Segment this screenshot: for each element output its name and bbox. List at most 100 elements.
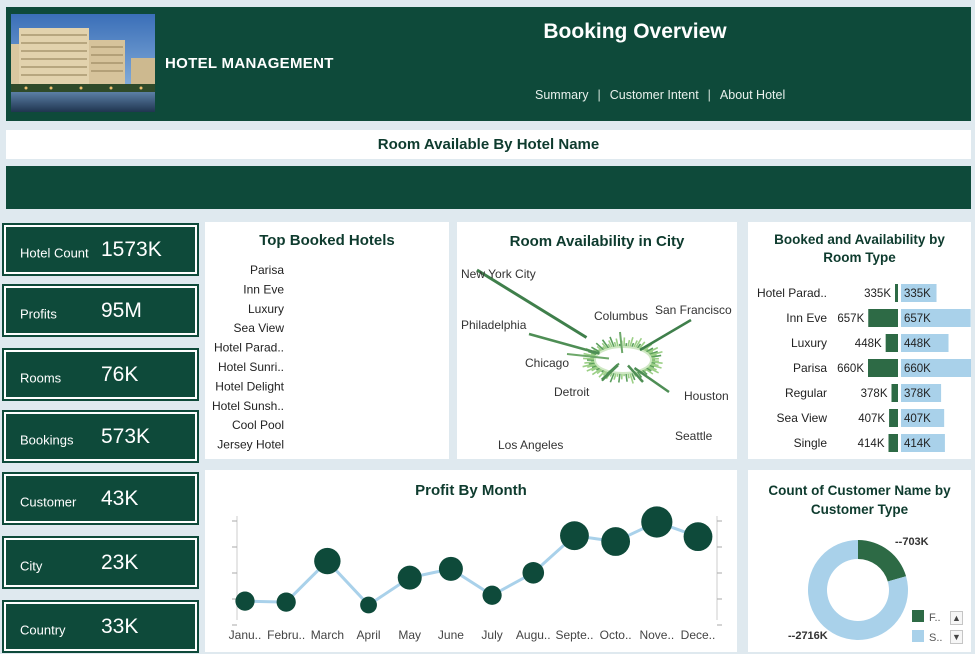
kpi-hotel-count: Hotel Count 1573K xyxy=(2,223,199,276)
availability-label: 378K xyxy=(904,388,931,400)
category-label: Luxury xyxy=(791,336,827,350)
availability-label: 335K xyxy=(904,288,931,300)
legend-label: F.. xyxy=(929,612,941,624)
nav-separator: | xyxy=(707,88,711,102)
kpi-profits: Profits 95M xyxy=(2,284,199,337)
kpi-label: Customer xyxy=(20,494,77,509)
nav-customer-intent-link[interactable]: Customer Intent xyxy=(610,88,699,102)
kpi-value: 95M xyxy=(101,298,142,322)
legend-swatch xyxy=(912,630,924,642)
nav-separator: | xyxy=(597,88,601,102)
booked-bar xyxy=(868,359,898,377)
profit-point xyxy=(482,585,502,605)
hotel-photo xyxy=(11,14,155,112)
city-label: Chicago xyxy=(525,356,569,370)
legend-scroll-up-button[interactable]: ▲ xyxy=(950,611,963,625)
kpi-value: 76K xyxy=(101,362,139,386)
booked-label: 414K xyxy=(858,438,885,450)
profit-point xyxy=(683,522,713,552)
city-label: Los Angeles xyxy=(498,438,563,452)
room-available-title-bar: Room Available By Hotel Name xyxy=(6,130,971,159)
month-label: Nove.. xyxy=(639,628,674,642)
category-label: Sea View xyxy=(777,411,828,425)
nav-about-hotel-link[interactable]: About Hotel xyxy=(720,88,785,102)
nav-summary-link[interactable]: Summary xyxy=(535,88,588,102)
slice-label: --703K xyxy=(895,536,929,548)
category-label: Parisa xyxy=(793,361,827,375)
profit-point xyxy=(397,565,422,590)
spike xyxy=(618,372,621,383)
kpi-value: 43K xyxy=(101,486,139,510)
city-label: Detroit xyxy=(554,385,590,399)
profit-point xyxy=(235,591,255,611)
kpi-label: Hotel Count xyxy=(20,245,89,260)
booked-label: 335K xyxy=(864,288,891,300)
profit-point xyxy=(276,592,296,612)
booked-label: 407K xyxy=(858,413,885,425)
profit-point xyxy=(601,527,631,556)
legend-scroll-down-button[interactable]: ▼ xyxy=(950,630,963,644)
profit-point xyxy=(438,556,463,581)
top-booked-hotels-panel: Top Booked Hotels Parisa660KInn Eve657KL… xyxy=(205,222,449,459)
city-label: San Francisco xyxy=(655,303,732,317)
kpi-label: Rooms xyxy=(20,370,62,385)
kpi-label: Country xyxy=(20,622,66,637)
booked-bar xyxy=(888,434,898,452)
booked-bar xyxy=(895,284,898,302)
booked-label: 660K xyxy=(837,363,864,375)
legend-label: S.. xyxy=(929,632,942,644)
month-label: June xyxy=(438,628,464,642)
profit-point xyxy=(314,547,341,575)
kpi-rooms: Rooms 76K xyxy=(2,348,199,401)
category-label: Inn Eve xyxy=(786,311,827,325)
spike xyxy=(627,339,631,348)
profit-by-month-panel: Profit By Month Janu.. Febru.. March April M… xyxy=(205,470,737,652)
profit-by-month-chart: Janu.. Febru.. March April May June July Augu..… xyxy=(229,506,722,642)
month-label: Octo.. xyxy=(600,628,632,642)
booked-bar xyxy=(889,409,898,427)
kpi-label: City xyxy=(20,558,43,573)
kpi-bookings: Bookings 573K xyxy=(2,410,199,463)
booked-label: 378K xyxy=(861,388,888,400)
brand-title: HOTEL MANAGEMENT xyxy=(165,55,334,72)
kpi-value: 33K xyxy=(101,614,139,638)
category-label: Regular xyxy=(785,386,827,400)
category-label: Hotel Parad.. xyxy=(214,341,284,355)
customer-type-donut-chart: --703K --2716K F.. S.. xyxy=(788,536,942,644)
profit-point xyxy=(360,596,377,614)
room-availability-city-chart: New York City San Francisco Philadelphia Co… xyxy=(461,267,732,452)
category-label: Jersey Hotel xyxy=(217,438,284,452)
category-label: Sea View xyxy=(234,321,285,335)
top-booked-hotels-chart: Parisa660KInn Eve657KLuxury448KSea View4… xyxy=(212,263,285,452)
city-label: New York City xyxy=(461,267,536,281)
booked-label: 448K xyxy=(855,338,882,350)
kpi-label: Profits xyxy=(20,306,57,321)
profit-line xyxy=(244,520,699,607)
profit-point xyxy=(641,506,673,538)
kpi-label: Bookings xyxy=(20,432,74,447)
booked-bar xyxy=(885,334,898,352)
room-availability-city-panel: Room Availability in City New York City S… xyxy=(457,222,737,459)
availability-label: 657K xyxy=(904,313,931,325)
availability-label: 448K xyxy=(904,338,931,350)
city-label: Houston xyxy=(684,389,729,403)
month-label: Dece.. xyxy=(681,628,716,642)
city-label: Seattle xyxy=(675,429,713,443)
availability-label: 407K xyxy=(904,413,931,425)
category-label: Hotel Sunri.. xyxy=(218,360,284,374)
availability-label: 414K xyxy=(904,438,931,450)
city-ray xyxy=(639,318,692,352)
month-label: Septe.. xyxy=(555,628,593,642)
room-type-panel: Booked and Availability by Room Type Hot… xyxy=(748,222,971,459)
booked-label: 657K xyxy=(837,313,864,325)
category-label: Luxury xyxy=(248,302,284,316)
category-label: Parisa xyxy=(250,263,284,277)
category-label: Hotel Parad.. xyxy=(757,286,827,300)
kpi-value: 1573K xyxy=(101,237,162,261)
kpi-value: 23K xyxy=(101,550,139,574)
booked-bar xyxy=(891,384,898,402)
profit-point xyxy=(560,521,589,551)
month-label: Janu.. xyxy=(229,628,262,642)
room-type-chart: Hotel Parad.. 335K 335K Inn Eve 657K 657K Luxu… xyxy=(757,284,971,452)
month-label: May xyxy=(398,628,421,642)
